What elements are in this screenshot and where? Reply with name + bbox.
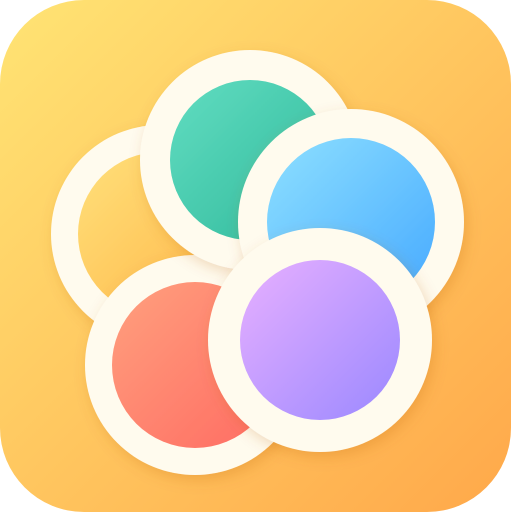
photo-petals-app-icon: [0, 0, 511, 512]
purple-petal-fill: [240, 260, 400, 420]
app-icon: [0, 0, 511, 512]
purple-petal: [208, 228, 432, 452]
